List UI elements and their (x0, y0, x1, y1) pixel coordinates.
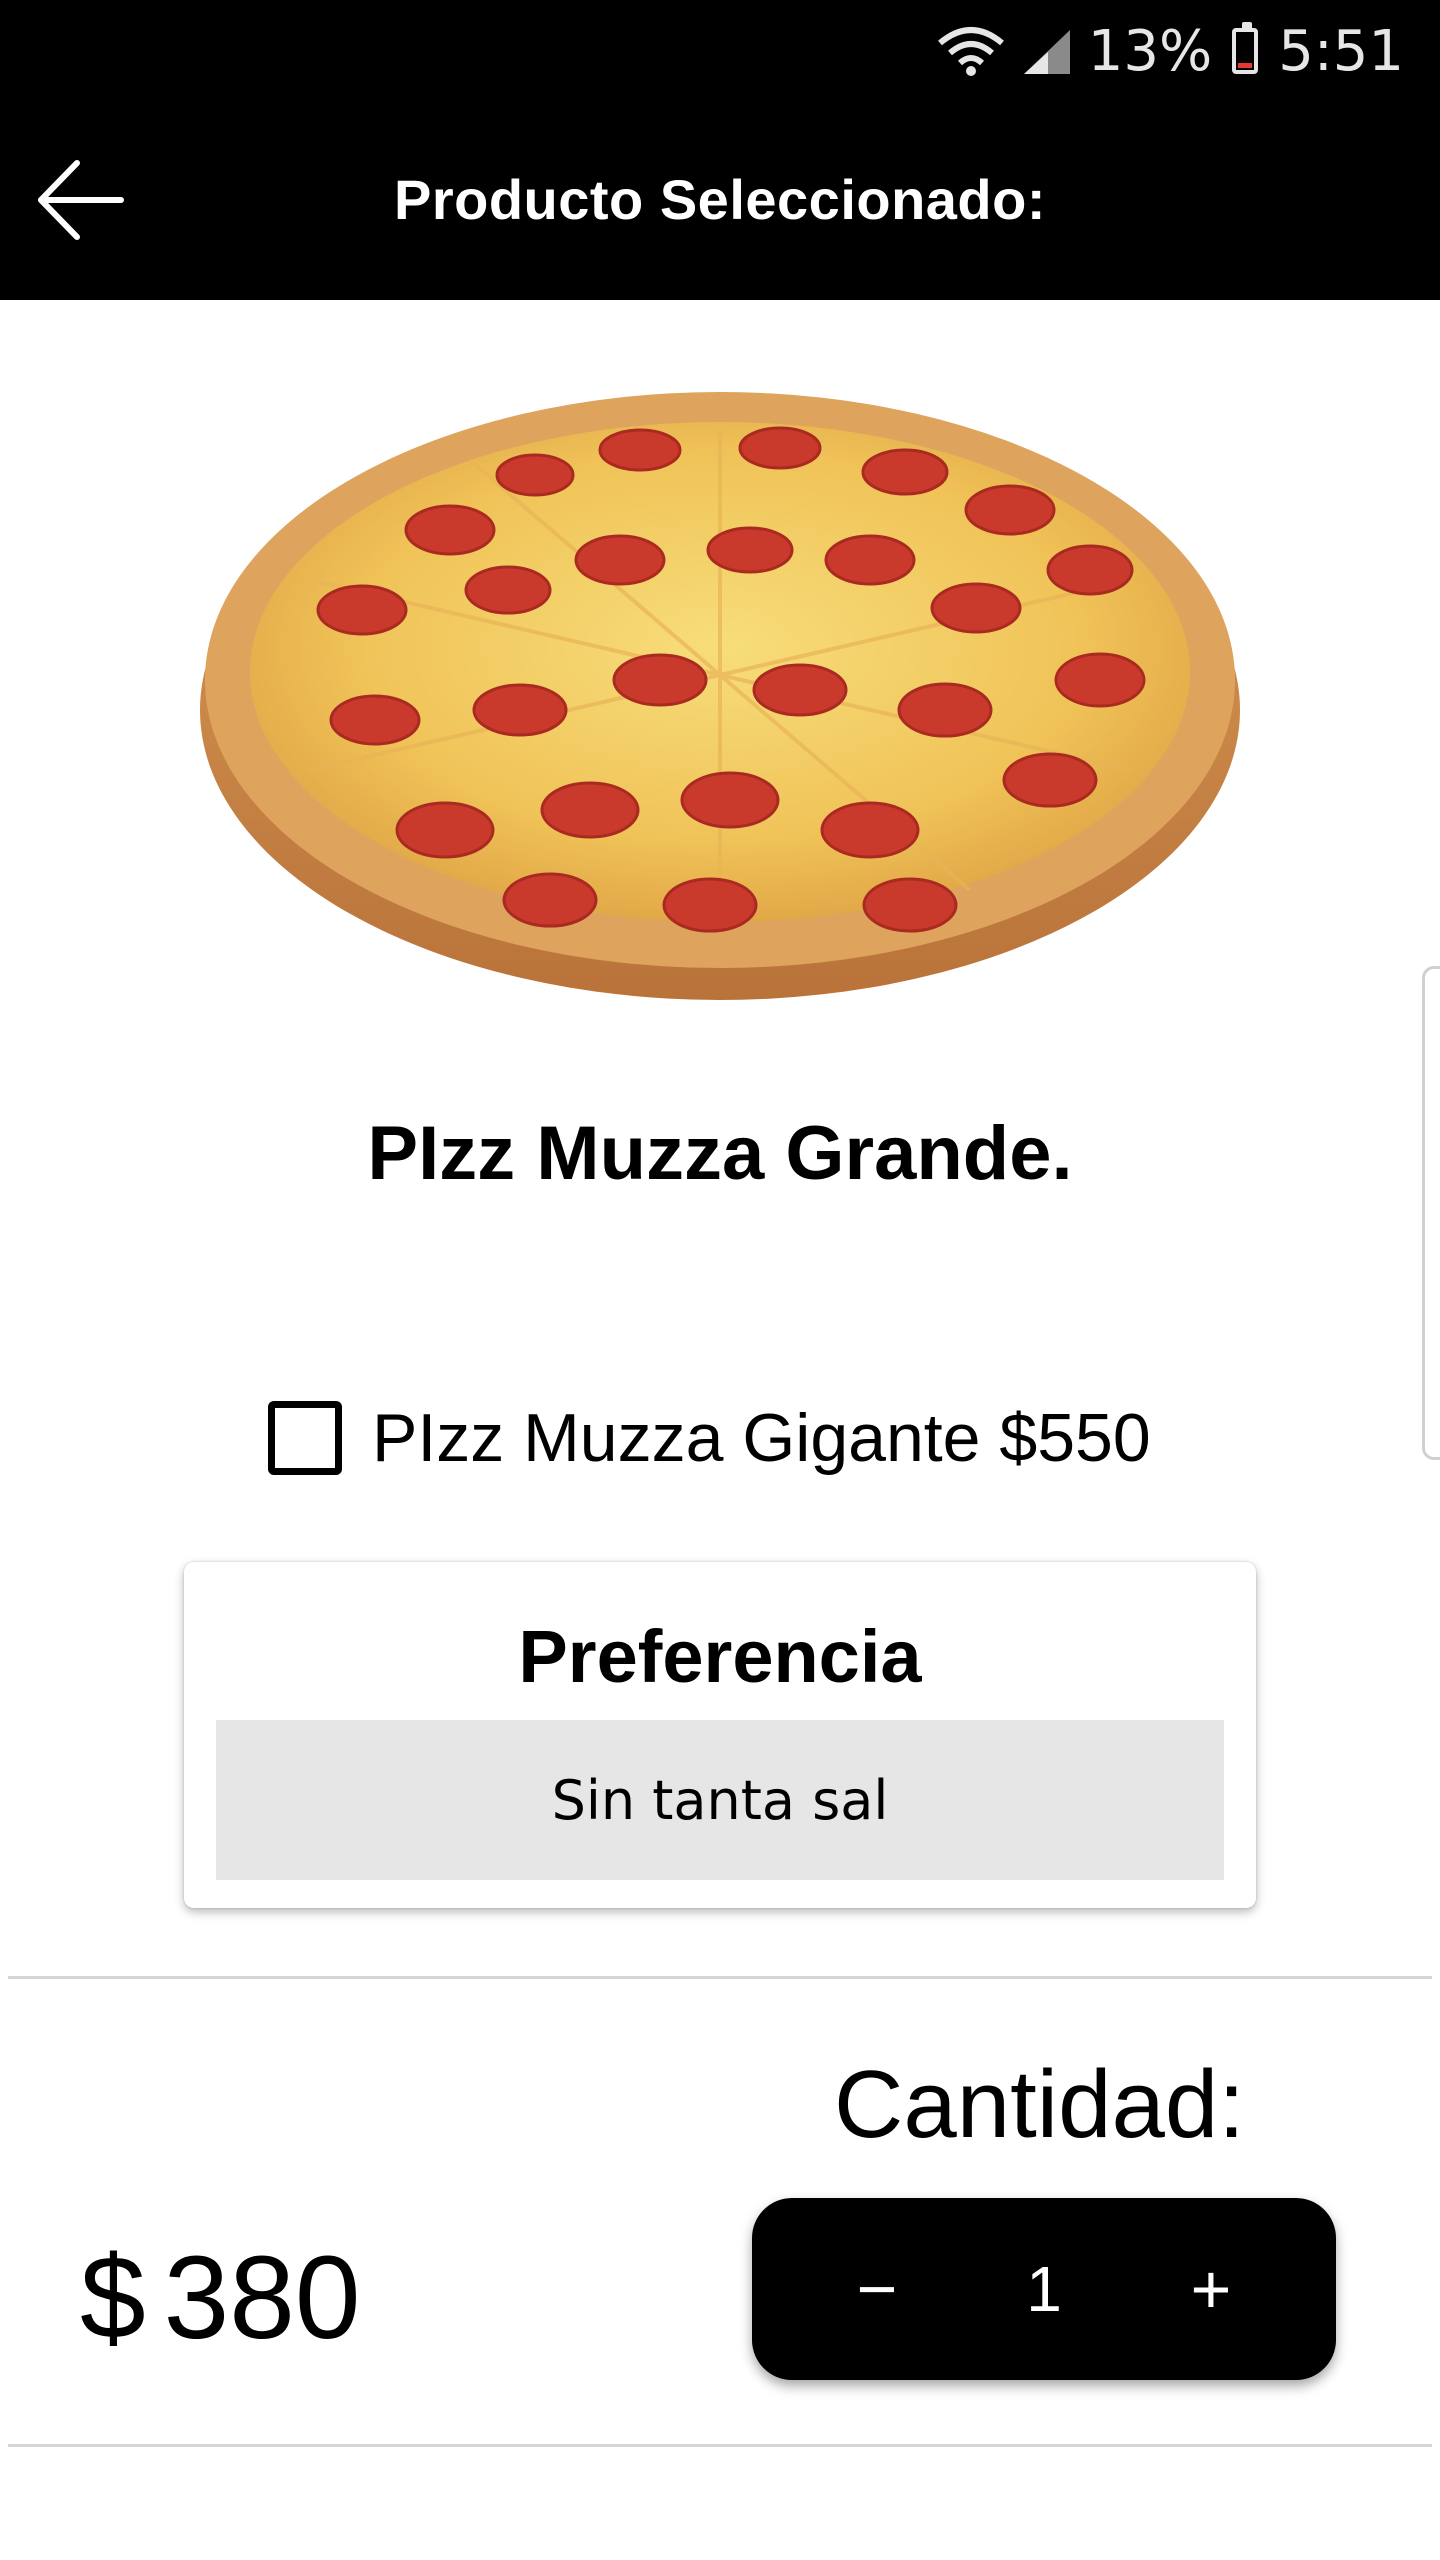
divider (8, 1976, 1432, 1979)
app-bar: Producto Seleccionado: (0, 120, 1440, 280)
header: 13% 5:51 Producto Seleccionado: (0, 0, 1440, 300)
increment-button[interactable]: + (1176, 2249, 1246, 2329)
preference-input[interactable] (216, 1720, 1224, 1880)
product-image (190, 380, 1250, 1000)
size-option[interactable]: PIzz Muzza Gigante $550 (268, 1388, 1151, 1488)
edge-panel-handle[interactable] (1422, 966, 1440, 1460)
quantity-value: 1 (1026, 2253, 1062, 2325)
battery-icon (1232, 22, 1259, 74)
divider (8, 2444, 1432, 2447)
screen-title: Producto Seleccionado: (394, 168, 1046, 231)
price-value: 380 (163, 2232, 361, 2364)
product-price: $ 380 (80, 2230, 361, 2366)
quantity-label: Cantidad: (834, 2051, 1245, 2158)
wifi-icon (936, 23, 1006, 79)
signal-icon (1020, 26, 1074, 76)
quantity-stepper: − 1 + (752, 2198, 1336, 2380)
preference-title: Preferencia (518, 1615, 922, 1698)
product-name: PIzz Muzza Grande. (367, 1111, 1073, 1196)
clock: 5:51 (1278, 18, 1404, 84)
decrement-button[interactable]: − (842, 2249, 912, 2329)
price-currency: $ (80, 2232, 146, 2364)
preference-card: Preferencia (184, 1562, 1256, 1908)
product-detail-screen: 13% 5:51 Producto Seleccionado: PIzz Muz… (0, 0, 1440, 2560)
size-option-checkbox[interactable] (268, 1401, 342, 1475)
size-option-label: PIzz Muzza Gigante $550 (372, 1400, 1151, 1476)
status-bar: 13% 5:51 (936, 16, 1404, 86)
battery-percent: 13% (1087, 18, 1213, 84)
